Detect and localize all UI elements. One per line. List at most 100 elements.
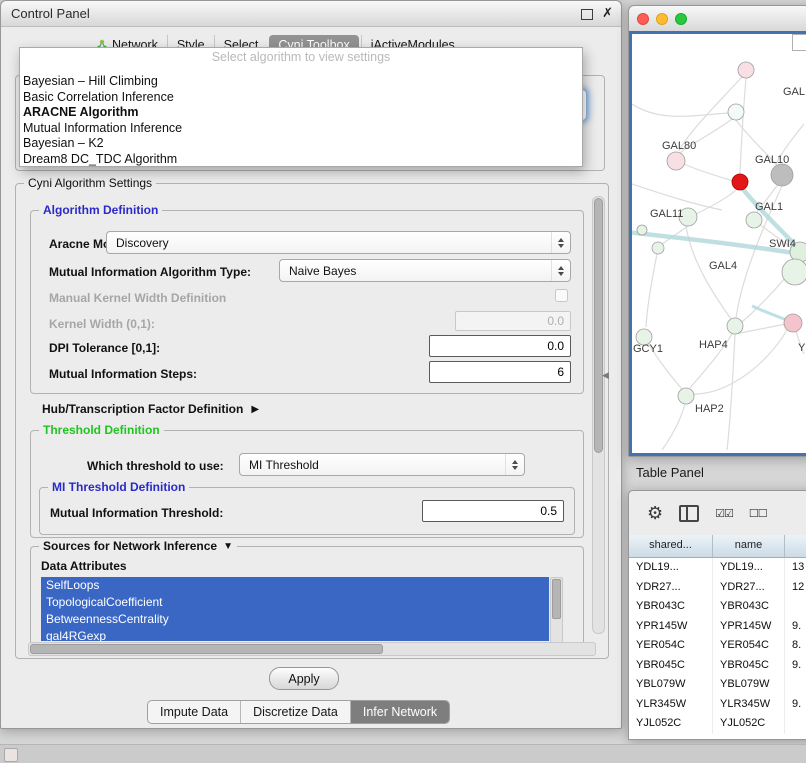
attribute-item-selected[interactable]: gal4RGexp	[41, 628, 549, 641]
node-label-clipped: Y	[798, 342, 806, 354]
network-view-window: GAL80 GAL10 GAL11 GAL1 SWI4 GAL4 GCY1 HA…	[628, 5, 806, 457]
dropdown-option[interactable]: Bayesian – K2	[20, 136, 582, 152]
control-panel-titlebar[interactable]: Control Panel ✗	[1, 1, 621, 27]
maximize-icon[interactable]	[581, 9, 593, 20]
desktop-corner-icon[interactable]	[4, 748, 18, 762]
dropdown-option[interactable]: Mutual Information Inference	[20, 121, 582, 137]
cell	[785, 675, 806, 695]
cell: 13	[785, 558, 806, 578]
unchecked-boxes-icon[interactable]: ☐☐	[749, 507, 767, 520]
network-node[interactable]	[746, 212, 762, 228]
network-node[interactable]	[652, 242, 664, 254]
column-header[interactable]: name	[713, 535, 785, 557]
manual-kernel-checkbox[interactable]	[555, 289, 568, 302]
column-header[interactable]	[785, 535, 806, 557]
node-label: GAL80	[662, 140, 696, 152]
close-icon[interactable]: ✗	[602, 6, 613, 20]
bottom-tab-bar: Impute Data Discretize Data Infer Networ…	[147, 700, 450, 724]
mi-threshold-label: Mutual Information Threshold:	[50, 506, 223, 521]
attribute-item-selected[interactable]: TopologicalCoefficient	[41, 594, 549, 611]
node-label-clipped: GAL	[783, 86, 805, 98]
network-canvas[interactable]: GAL80 GAL10 GAL11 GAL1 SWI4 GAL4 GCY1 HA…	[632, 34, 806, 450]
combo-value: Discovery	[116, 236, 169, 250]
mi-steps-field[interactable]	[429, 361, 571, 383]
network-node[interactable]	[738, 62, 754, 78]
network-node[interactable]	[727, 318, 743, 334]
columns-icon[interactable]	[679, 505, 699, 522]
table-panel-window: ⚙ ☑☑ ☐☐ shared... name YDL19... YDL19...…	[628, 490, 806, 740]
mi-type-label: Mutual Information Algorithm Type:	[49, 265, 251, 280]
cell	[785, 714, 806, 734]
combo-value: MI Threshold	[249, 458, 319, 472]
network-node[interactable]	[782, 259, 806, 285]
network-node[interactable]	[784, 314, 802, 332]
network-node[interactable]	[637, 225, 647, 235]
cell: 9.	[785, 617, 806, 637]
table-row[interactable]: YLR345W YLR345W 9.	[629, 695, 806, 715]
zoom-traffic-light[interactable]	[675, 13, 687, 25]
cell: YBR045C	[629, 656, 713, 676]
network-node[interactable]	[667, 152, 685, 170]
dpi-tolerance-field[interactable]	[429, 335, 571, 357]
tab-discretize-data[interactable]: Discretize Data	[240, 701, 350, 723]
attribute-item-selected[interactable]: SelfLoops	[41, 577, 549, 594]
table-toolbar: ⚙ ☑☑ ☐☐	[629, 491, 806, 536]
scrollbar-thumb[interactable]	[594, 198, 603, 453]
close-traffic-light[interactable]	[637, 13, 649, 25]
node-label: HAP4	[699, 339, 728, 351]
attribute-item-selected[interactable]: BetweennessCentrality	[41, 611, 549, 628]
attribute-list: SelfLoops TopologicalCoefficient Between…	[41, 577, 549, 641]
table-row[interactable]: YJL052C YJL052C	[629, 714, 806, 734]
table-panel-title: Table Panel	[636, 465, 704, 480]
table-row[interactable]: YBL079W YBL079W	[629, 675, 806, 695]
cell: YER054C	[713, 636, 785, 656]
column-header[interactable]: shared...	[629, 535, 713, 557]
tab-impute-data[interactable]: Impute Data	[148, 701, 240, 723]
dpi-tolerance-label: DPI Tolerance [0,1]:	[49, 341, 160, 356]
dropdown-option[interactable]: Basic Correlation Inference	[20, 90, 582, 106]
mi-threshold-field[interactable]	[422, 500, 564, 522]
sources-expander[interactable]: Sources for Network Inference ▼	[39, 539, 237, 553]
checked-boxes-icon[interactable]: ☑☑	[715, 507, 733, 520]
canvas-scrollbar-corner[interactable]	[792, 34, 806, 51]
cell: YBR043C	[713, 597, 785, 617]
scrollbar-thumb[interactable]	[30, 644, 383, 654]
expander-right-icon: ▶	[251, 404, 259, 415]
table-row[interactable]: YDL19... YDL19... 13	[629, 558, 806, 578]
cell: 8.	[785, 636, 806, 656]
aracne-mode-combo[interactable]: Discovery	[106, 231, 571, 254]
which-threshold-combo[interactable]: MI Threshold	[239, 453, 525, 476]
settings-horizontal-scrollbar[interactable]	[28, 642, 596, 656]
attribute-list-vertical-scrollbar[interactable]	[550, 577, 563, 643]
network-node[interactable]	[728, 104, 744, 120]
settings-vertical-scrollbar[interactable]	[592, 196, 605, 634]
gear-icon[interactable]: ⚙	[647, 504, 663, 522]
group-title: MI Threshold Definition	[48, 480, 189, 494]
minimize-traffic-light[interactable]	[656, 13, 668, 25]
mi-threshold-group: MI Threshold Definition Mutual Informati…	[39, 487, 575, 535]
tab-infer-network[interactable]: Infer Network	[350, 701, 449, 723]
table-row[interactable]: YBR045C YBR045C 9.	[629, 656, 806, 676]
table-row[interactable]: YDR27... YDR27... 12	[629, 578, 806, 598]
table-row[interactable]: YBR043C YBR043C	[629, 597, 806, 617]
apply-button[interactable]: Apply	[269, 667, 339, 690]
kernel-width-field[interactable]	[455, 311, 571, 331]
group-title: Threshold Definition	[39, 423, 164, 437]
network-node[interactable]	[732, 174, 748, 190]
network-node[interactable]	[678, 388, 694, 404]
scrollbar-thumb[interactable]	[552, 579, 561, 619]
splitpane-collapse-icon[interactable]: ◀	[602, 370, 609, 381]
hub-definition-label: Hub/Transcription Factor Definition	[42, 402, 243, 417]
group-title: Algorithm Definition	[39, 203, 162, 217]
cell: YLR345W	[713, 695, 785, 715]
table-row[interactable]: YER054C YER054C 8.	[629, 636, 806, 656]
hub-definition-expander[interactable]: Hub/Transcription Factor Definition ▶	[42, 402, 259, 417]
table-row[interactable]: YPR145W YPR145W 9.	[629, 617, 806, 637]
network-window-titlebar[interactable]	[629, 6, 806, 32]
dropdown-option[interactable]: Bayesian – Hill Climbing	[20, 74, 582, 90]
network-node[interactable]	[771, 164, 793, 186]
mi-type-combo[interactable]: Naive Bayes	[279, 259, 571, 282]
node-label: SWI4	[769, 238, 796, 250]
dropdown-option[interactable]: Dream8 DC_TDC Algorithm	[20, 152, 582, 168]
dropdown-option-selected[interactable]: ARACNE Algorithm	[20, 105, 582, 121]
